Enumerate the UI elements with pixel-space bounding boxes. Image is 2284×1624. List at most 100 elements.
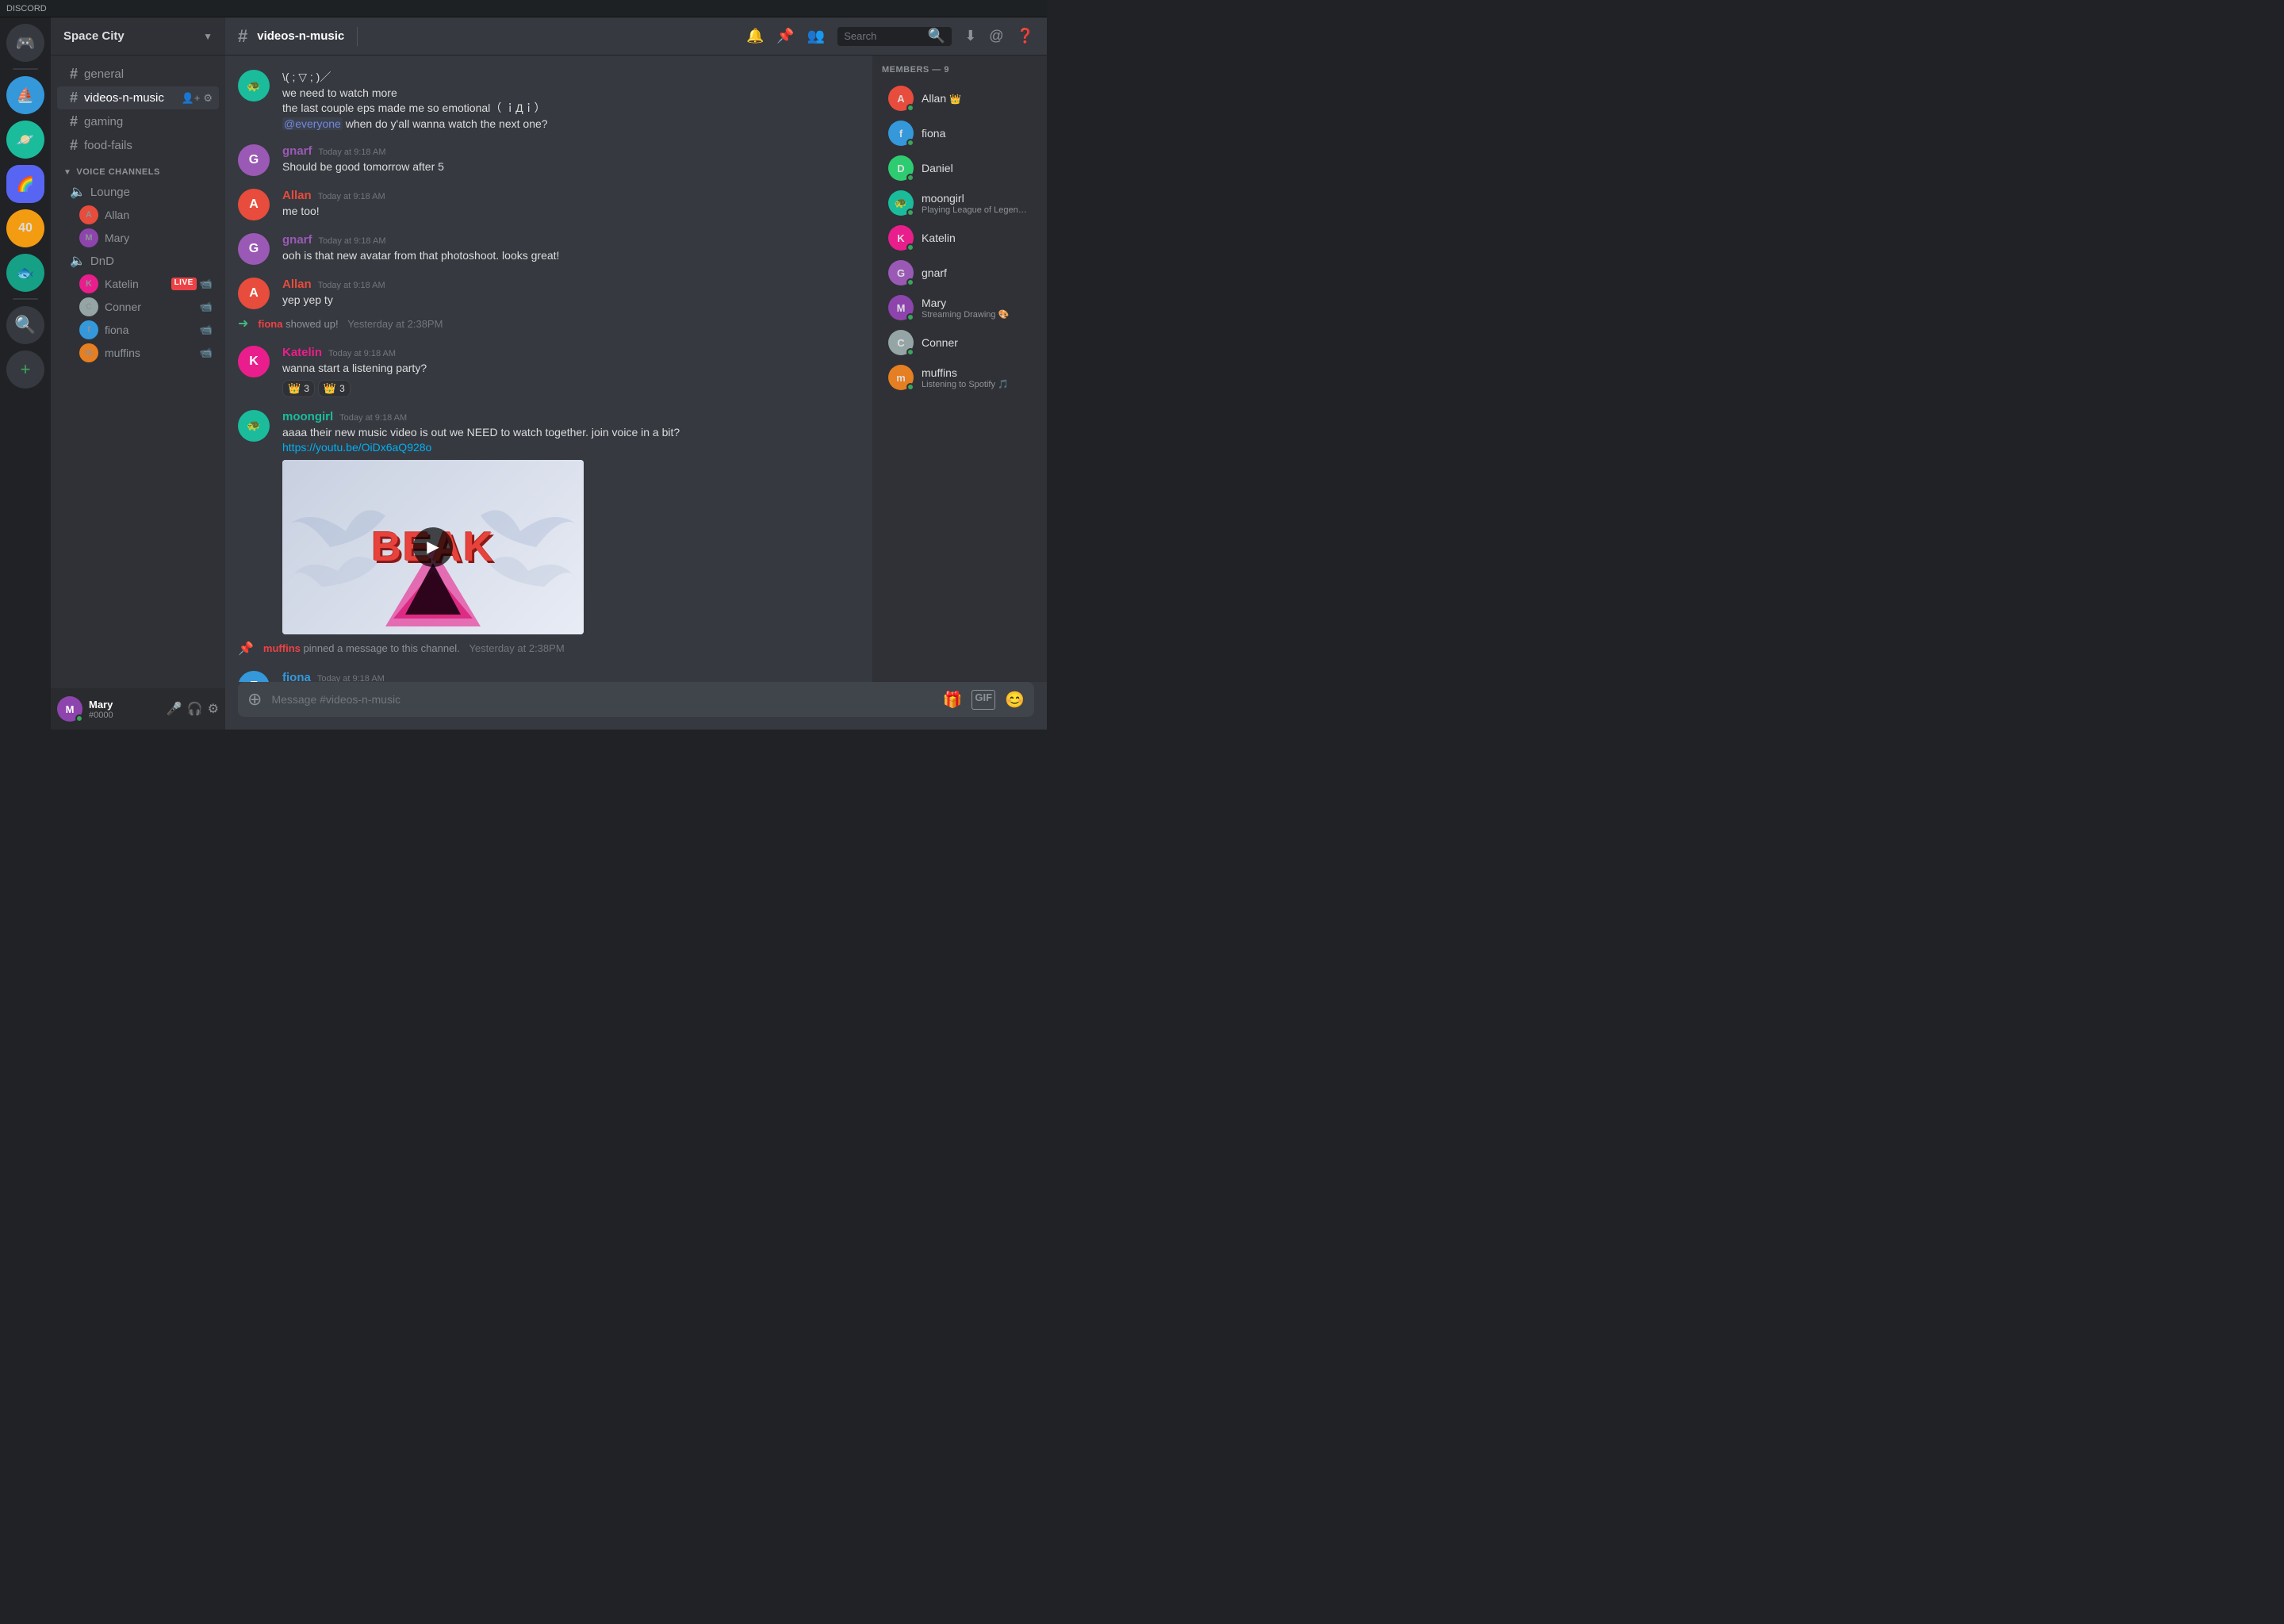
member-avatar-allan: A [888, 86, 914, 111]
search-icon: 🔍 [928, 28, 945, 44]
search-box[interactable]: Search 🔍 [837, 27, 952, 46]
voice-user-conner[interactable]: C Conner 📹 [57, 296, 219, 318]
gift-icon[interactable]: 🎁 [943, 690, 963, 710]
member-avatar-katelin: K [888, 225, 914, 251]
message-text-1d: @everyone when do y'all wanna watch the … [282, 117, 860, 132]
server-icon-add[interactable]: + [6, 350, 44, 389]
emoji-icon[interactable]: 😊 [1005, 690, 1025, 710]
help-icon[interactable]: ❓ [1017, 28, 1034, 44]
message-content-7: Katelin Today at 9:18 AM wanna start a l… [282, 346, 860, 397]
system-msg-text: fiona showed up! Yesterday at 2:38PM [258, 318, 443, 330]
sidebar-item-gaming[interactable]: # gaming [57, 110, 219, 133]
voice-user-fiona[interactable]: f fiona 📹 [57, 319, 219, 341]
member-activity-moongirl: Playing League of Legends 🎮 [922, 205, 1031, 215]
voice-user-katelin[interactable]: K Katelin LIVE 📹 [57, 273, 219, 295]
voice-user-mary[interactable]: M Mary [57, 227, 219, 249]
video-embed[interactable]: BEAK ▶ [282, 460, 584, 634]
voice-user-muffins[interactable]: m muffins 📹 [57, 342, 219, 364]
server-icon-discord[interactable]: 🎮 [6, 24, 44, 62]
member-status-online-mary [906, 313, 914, 321]
play-button[interactable]: ▶ [413, 527, 453, 567]
current-user-avatar: M [57, 696, 82, 722]
add-member-icon[interactable]: 👤+ [182, 92, 201, 105]
message-time-2: Today at 9:18 AM [319, 147, 386, 157]
member-item-mary[interactable]: M Mary Streaming Drawing 🎨 [879, 290, 1040, 325]
at-icon[interactable]: @ [989, 28, 1003, 44]
member-item-gnarf[interactable]: G gnarf [879, 255, 1040, 290]
sidebar-item-lounge[interactable]: 🔈 Lounge [57, 181, 219, 203]
server-icon-planet[interactable]: 🪐 [6, 121, 44, 159]
member-status-online-muffins [906, 383, 914, 391]
sidebar-item-videos-n-music[interactable]: # videos-n-music 👤+ ⚙ [57, 86, 219, 109]
message-header-10: fiona Today at 9:18 AM [282, 671, 860, 682]
member-item-katelin[interactable]: K Katelin [879, 220, 1040, 255]
server-icon-explore[interactable]: 🔍 [6, 306, 44, 344]
voice-channels-header[interactable]: ▼ VOICE CHANNELS [51, 158, 225, 180]
reaction-emoji-2: 👑 [324, 382, 336, 395]
member-status-online-gnarf [906, 278, 914, 286]
message-author-moongirl[interactable]: moongirl [282, 410, 333, 423]
server-icon-40[interactable]: 40 [6, 209, 44, 247]
member-item-conner[interactable]: C Conner [879, 325, 1040, 360]
message-author-fiona[interactable]: fiona [282, 671, 311, 682]
download-icon[interactable]: ⬇ [964, 28, 976, 44]
member-item-muffins[interactable]: m muffins Listening to Spotify 🎵 [879, 360, 1040, 395]
add-attachment-button[interactable]: ⊕ [247, 689, 262, 710]
server-icon-fish[interactable]: 🐟 [6, 254, 44, 292]
member-status-online-fiona [906, 139, 914, 147]
message-input[interactable] [271, 693, 933, 706]
member-name-gnarf: gnarf [922, 266, 1031, 279]
microphone-icon[interactable]: 🎤 [167, 701, 182, 717]
members-icon[interactable]: 👥 [807, 28, 825, 44]
gif-icon[interactable]: GIF [971, 690, 995, 710]
member-name-fiona: fiona [922, 127, 1031, 140]
channel-label-videos: videos-n-music [84, 91, 164, 105]
message-time-3: Today at 9:18 AM [318, 192, 385, 201]
reaction-crown-1[interactable]: 👑 3 [282, 380, 315, 397]
message-author-katelin[interactable]: Katelin [282, 346, 322, 359]
voice-user-allan[interactable]: A Allan [57, 204, 219, 226]
sidebar-item-food-fails[interactable]: # food-fails [57, 134, 219, 157]
pin-icon-header[interactable]: 📌 [776, 28, 794, 44]
voice-user-name-mary: Mary [105, 232, 129, 244]
message-author-gnarf-2[interactable]: gnarf [282, 233, 312, 247]
message-author-allan-1[interactable]: Allan [282, 189, 312, 202]
message-text-7: wanna start a listening party? [282, 361, 860, 377]
avatar-fiona-voice: f [79, 320, 98, 339]
system-user-muffins[interactable]: muffins [263, 642, 301, 654]
headphones-icon[interactable]: 🎧 [187, 701, 203, 717]
channel-icons: 👤+ ⚙ [182, 92, 213, 105]
message-author-allan-2[interactable]: Allan [282, 278, 312, 291]
member-item-moongirl[interactable]: 🐢 moongirl Playing League of Legends 🎮 [879, 186, 1040, 220]
message-text-1a: \( ; ▽ ; )／ [282, 70, 860, 86]
member-info-allan: Allan 👑 [922, 92, 1031, 105]
sidebar-item-dnd[interactable]: 🔈 DnD [57, 250, 219, 272]
user-settings-icon[interactable]: ⚙ [208, 701, 219, 717]
member-info-moongirl: moongirl Playing League of Legends 🎮 [922, 192, 1031, 215]
channel-name: videos-n-music [257, 29, 344, 43]
server-icon-boat[interactable]: ⛵ [6, 76, 44, 114]
settings-icon[interactable]: ⚙ [203, 92, 213, 105]
voice-user-name-muffins: muffins [105, 347, 140, 359]
bell-icon[interactable]: 🔔 [746, 28, 764, 44]
messages-area: 🐢 \( ; ▽ ; )／ we need to watch more the … [225, 56, 872, 682]
youtube-link[interactable]: https://youtu.be/OiDx6aQ928o [282, 441, 431, 454]
member-activity-muffins: Listening to Spotify 🎵 [922, 379, 1031, 389]
message-author-gnarf-1[interactable]: gnarf [282, 144, 312, 158]
server-name-header[interactable]: Space City ▼ [51, 17, 225, 56]
avatar-katelin-1: K [238, 346, 270, 377]
member-item-fiona[interactable]: f fiona [879, 116, 1040, 151]
sidebar-item-general[interactable]: # general [57, 63, 219, 86]
server-icon-colorful[interactable]: 🌈 [6, 165, 44, 203]
message-text-2: Should be good tomorrow after 5 [282, 159, 860, 175]
message-time-4: Today at 9:18 AM [319, 236, 386, 246]
avatar-gnarf-2: G [238, 233, 270, 265]
member-item-daniel[interactable]: D Daniel [879, 151, 1040, 186]
system-msg-time-join: Yesterday at 2:38PM [347, 318, 443, 330]
avatar-muffins-voice: m [79, 343, 98, 362]
system-user-fiona[interactable]: fiona [258, 318, 282, 330]
member-item-allan[interactable]: A Allan 👑 [879, 81, 1040, 116]
message-time-10: Today at 9:18 AM [317, 674, 385, 682]
collapse-arrow-icon: ▼ [63, 168, 71, 177]
reaction-crown-2[interactable]: 👑 3 [318, 380, 351, 397]
